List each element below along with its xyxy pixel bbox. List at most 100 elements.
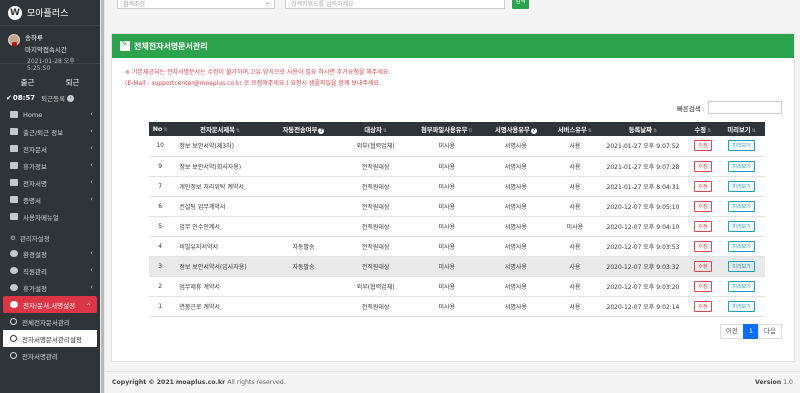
- current-time: 08:57: [12, 94, 36, 102]
- search-keyword-input[interactable]: 검색키워드를 입력하세요: [285, 0, 505, 9]
- cell-service: 사용: [569, 263, 581, 271]
- preview-button[interactable]: 미리보기: [728, 260, 755, 272]
- nav-vacation-settings[interactable]: 휴가설정 ‹: [0, 279, 100, 296]
- nav-label: 사용자메뉴얼: [23, 213, 59, 222]
- preview-button[interactable]: 미리보기: [728, 240, 755, 252]
- scrollbar-thumb[interactable]: [101, 0, 104, 393]
- checkin-button[interactable]: 출근: [5, 76, 50, 90]
- cell-date: 2021-01-27 오후 9:07:28: [606, 163, 680, 171]
- nav-attendance-info[interactable]: 출근/퇴근 정보 ‹: [0, 123, 100, 140]
- preview-button[interactable]: 미리보기: [728, 280, 755, 292]
- nav-home[interactable]: Home ‹: [0, 106, 100, 123]
- sort-icon: ⇅: [707, 127, 712, 134]
- preview-button[interactable]: 미리보기: [728, 220, 755, 232]
- preview-button[interactable]: 미리보기: [728, 140, 755, 152]
- brand[interactable]: W 모아플러스: [0, 0, 100, 26]
- quick-search-input[interactable]: [708, 101, 782, 114]
- cell-attach: 미사용: [438, 303, 456, 311]
- chevron-down-icon: ‹: [84, 302, 93, 306]
- nav-env-settings[interactable]: 환경설정 ‹: [0, 245, 100, 262]
- cell-service: 미사용: [566, 223, 584, 231]
- table-row[interactable]: 9 정보 보안서약(회사자용) 전직원대상 미사용 서명사용 사용 2021-01-27 오…: [149, 156, 765, 176]
- preview-button[interactable]: 미리보기: [728, 160, 755, 172]
- checkout-register-link[interactable]: 퇴근등록: [41, 93, 65, 103]
- table-row[interactable]: 6 컨설팅 업무계약서 전직원대상 미사용 서명사용 사용 2020-12-07 오후 9:…: [149, 196, 765, 216]
- nav-e-sign[interactable]: 전자서명 ‹: [0, 174, 100, 191]
- col-edit[interactable]: 수정⇅: [688, 122, 718, 136]
- nav-e-doc[interactable]: 전자문서 ‹: [0, 140, 100, 157]
- cell-auto: 자동발송: [292, 243, 315, 251]
- preview-button[interactable]: 미리보기: [728, 180, 755, 192]
- cell-preview: 미리보기: [718, 176, 765, 196]
- cell-attach: 미사용: [438, 203, 456, 211]
- check-icon: ✔: [6, 94, 12, 102]
- users-icon: [10, 162, 18, 169]
- table-row[interactable]: 1 연봉근로 계약서 전직원대상 미사용 서명사용 사용 2020-12-07 오후 9:0…: [149, 296, 765, 316]
- sub-sign-doc-settings[interactable]: 전자서명문서관리설정: [3, 330, 97, 347]
- cell-sign: 서명사용: [504, 183, 527, 191]
- cell-sign: 서명사용: [504, 243, 527, 251]
- edit-button[interactable]: 수정: [694, 300, 712, 312]
- footer: Copyright © 2021 moaplus.co.kr All right…: [105, 371, 800, 393]
- edit-button[interactable]: 수정: [694, 240, 712, 252]
- col-target[interactable]: 대상자⇅: [338, 122, 413, 136]
- nav-certificate[interactable]: 증명서 ‹: [0, 191, 100, 208]
- col-attach[interactable]: 첨부파일사용유무⇅: [413, 122, 480, 136]
- cell-edit: 수정: [688, 256, 718, 276]
- search-condition-select[interactable]: 검색조건 ⌄: [117, 0, 275, 9]
- cell-title: 업무 인수인계서: [179, 223, 220, 231]
- edit-button[interactable]: 수정: [694, 260, 712, 272]
- nav-user-manual[interactable]: 사용자메뉴얼: [0, 208, 100, 225]
- sub-all-doc-mgmt[interactable]: 전체전자문서관리: [0, 313, 100, 330]
- preview-button[interactable]: 미리보기: [728, 300, 755, 312]
- table-row[interactable]: 3 정보 보안서약서(입사자용) 자동발송 전직원대상 미사용 서명사용 사용 2020-12…: [149, 256, 765, 276]
- edit-button[interactable]: 수정: [694, 160, 712, 172]
- table-row[interactable]: 10 정보 보안서약(제3자) 외부(협력업체) 미사용 서명사용 사용 2021-01-2…: [149, 136, 765, 156]
- col-preview[interactable]: 미리보기⇅: [718, 122, 765, 136]
- cell-date: 2020-12-07 오후 9:04:10: [606, 223, 680, 231]
- clock-icon: [10, 128, 18, 135]
- clock-row: ✔ 08:57 퇴근등록 ›: [0, 90, 100, 106]
- nav-label: 전체전자문서관리: [22, 318, 70, 327]
- col-title[interactable]: 전자문서제목⇅: [171, 122, 269, 136]
- edit-button[interactable]: 수정: [694, 280, 712, 292]
- table-row[interactable]: 5 업무 인수인계서 전직원대상 미사용 서명사용 미사용 2020-12-07 오후 9:…: [149, 216, 765, 236]
- cell-target: 전직원대상: [361, 163, 390, 171]
- next-page-button[interactable]: 다음: [758, 324, 782, 339]
- col-date[interactable]: 등록날짜⇅: [598, 122, 687, 136]
- sidebar: W 모아플러스 송하루 마지막접속시간 2021-01-28 오후 5:25:5…: [0, 0, 100, 393]
- arrow-right-icon[interactable]: ›: [67, 94, 75, 102]
- copyright-site[interactable]: moaplus.co.kr: [176, 379, 225, 386]
- preview-button[interactable]: 미리보기: [728, 200, 755, 212]
- table-row[interactable]: 7 개인정보 처리위탁 계약서 전직원대상 미사용 서명사용 사용 2021-01-27 오…: [149, 176, 765, 196]
- cell-title: 비밀유지서약서: [179, 243, 218, 251]
- col-no[interactable]: No⇅: [149, 122, 171, 136]
- section-label: 관리자설정: [19, 234, 50, 243]
- edit-button[interactable]: 수정: [694, 220, 712, 232]
- nav-staff-mgmt[interactable]: 직원관리 ‹: [0, 262, 100, 279]
- search-button[interactable]: 검색: [512, 0, 529, 9]
- cell-target: 전직원대상: [361, 243, 390, 251]
- cell-service: 사용: [569, 183, 581, 191]
- prev-page-button[interactable]: 이전: [719, 324, 744, 339]
- table-row[interactable]: 4 비밀유지서약서 자동발송 전직원대상 미사용 서명사용 사용 2020-12-07 오후 …: [149, 236, 765, 256]
- col-service[interactable]: 서버스유무⇅: [551, 122, 598, 136]
- checkout-button[interactable]: 퇴근: [50, 76, 95, 90]
- nav-label: 휴가설정: [23, 284, 47, 293]
- avatar: [8, 34, 20, 46]
- nav-vacation[interactable]: 휴가정보 ‹: [0, 157, 100, 174]
- notice-line-2: (E-Mail : supportcenter@moaplus.co.kr 로 …: [125, 80, 381, 87]
- col-auto-send[interactable]: 자동전송여부?: [269, 122, 338, 136]
- circle-outline-icon: [10, 352, 17, 359]
- col-sign[interactable]: 서명사용유무?: [480, 122, 551, 136]
- edit-button[interactable]: 수정: [694, 200, 712, 212]
- sub-sign-mgmt[interactable]: 전자서명관리: [0, 347, 100, 364]
- current-page-button[interactable]: 1: [742, 324, 760, 339]
- cell-no: 6: [158, 202, 163, 210]
- table-header-row: No⇅ 전자문서제목⇅ 자동전송여부? 대상자⇅ 첨부파일사용유무⇅ 서명사용유…: [149, 122, 765, 136]
- cell-no: 5: [158, 222, 163, 230]
- edit-button[interactable]: 수정: [694, 140, 712, 152]
- nav-doc-sign-settings[interactable]: 전자/문서,서명설정 ‹: [3, 296, 97, 313]
- table-row[interactable]: 2 업무제휴 계약서 외부(협력업체) 미사용 서명사용 사용 2020-12-07 오후 …: [149, 276, 765, 296]
- edit-button[interactable]: 수정: [694, 180, 712, 192]
